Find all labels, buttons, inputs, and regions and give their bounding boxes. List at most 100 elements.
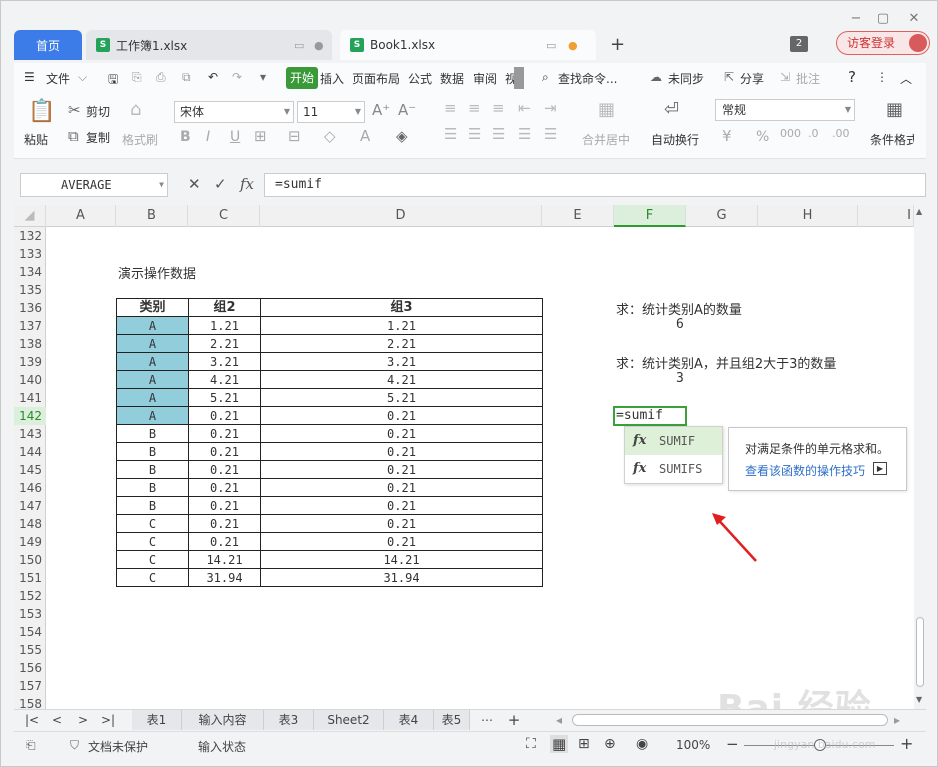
table-cell[interactable]: 0.21: [260, 478, 543, 497]
table-cell[interactable]: C: [116, 532, 189, 551]
table-cell[interactable]: B: [116, 496, 189, 515]
align-bottom-icon[interactable]: ≡: [492, 99, 505, 117]
hamburger-icon[interactable]: ☰: [24, 70, 35, 84]
table-cell[interactable]: 0.21: [260, 424, 543, 443]
row-header-active[interactable]: 142: [14, 407, 46, 425]
table-cell[interactable]: 0.21: [260, 496, 543, 515]
share-button[interactable]: 分享: [740, 70, 764, 87]
sheet-tab[interactable]: Sheet2: [314, 710, 384, 730]
conditional-format-button[interactable]: 条件格式: [870, 131, 914, 148]
customize-icon[interactable]: ▾: [260, 70, 266, 84]
menu-formula[interactable]: 公式: [408, 70, 432, 87]
menu-page-layout[interactable]: 页面布局: [352, 70, 400, 87]
row-header[interactable]: 158: [14, 695, 46, 709]
decrease-font-icon[interactable]: A⁻: [398, 101, 416, 119]
add-sheet-button[interactable]: +: [506, 710, 522, 730]
autocomplete-item[interactable]: fx SUMIF: [625, 427, 722, 455]
table-cell[interactable]: 0.21: [260, 442, 543, 461]
print-icon[interactable]: ⎙: [156, 70, 166, 85]
increase-font-icon[interactable]: A⁺: [372, 101, 390, 119]
row-header[interactable]: 139: [14, 353, 46, 371]
table-cell[interactable]: 0.21: [188, 460, 261, 479]
bold-button[interactable]: B: [180, 129, 191, 145]
formula-input[interactable]: =sumif: [264, 173, 926, 197]
scroll-down-icon[interactable]: ▼: [916, 695, 922, 704]
column-header[interactable]: E: [542, 205, 614, 227]
table-cell[interactable]: 0.21: [188, 406, 261, 425]
select-all-corner[interactable]: ◢: [14, 205, 46, 227]
last-sheet-icon[interactable]: >|: [100, 710, 116, 730]
thousands-icon[interactable]: 000: [780, 127, 801, 140]
distributed-icon[interactable]: ☰: [544, 125, 557, 143]
menu-data[interactable]: 数据: [440, 70, 464, 87]
prev-sheet-icon[interactable]: <: [50, 710, 64, 730]
fullscreen-icon[interactable]: ⛶: [526, 736, 536, 752]
table-cell[interactable]: 0.21: [188, 496, 261, 515]
table-cell[interactable]: 4.21: [188, 370, 261, 389]
table-cell[interactable]: 0.21: [188, 532, 261, 551]
table-cell[interactable]: 0.21: [260, 532, 543, 551]
cancel-icon[interactable]: ✕: [188, 175, 201, 193]
row-header[interactable]: 156: [14, 659, 46, 677]
fill-color-icon[interactable]: ◇: [324, 127, 336, 145]
macro-icon[interactable]: ⎗: [26, 738, 36, 753]
row-header[interactable]: 154: [14, 623, 46, 641]
format-painter-button[interactable]: 格式刷: [122, 131, 158, 148]
font-color-icon[interactable]: A: [360, 127, 370, 145]
table-cell[interactable]: 3.21: [188, 352, 261, 371]
function-tips-link[interactable]: 查看该函数的操作技巧: [745, 462, 865, 479]
align-center-icon[interactable]: ☰: [468, 125, 481, 143]
redo-icon[interactable]: ↷: [232, 70, 242, 84]
table-cell[interactable]: B: [116, 478, 189, 497]
row-header[interactable]: 144: [14, 443, 46, 461]
sheet-tab[interactable]: 表1: [132, 710, 182, 730]
table-cell[interactable]: A: [116, 406, 189, 425]
merge-center-button[interactable]: 合并居中: [582, 131, 630, 148]
video-icon[interactable]: ▶: [873, 462, 887, 475]
row-header[interactable]: 136: [14, 299, 46, 317]
preview-icon[interactable]: ⧉: [182, 70, 191, 85]
menu-review[interactable]: 审阅: [473, 70, 497, 87]
vertical-scroll-thumb[interactable]: [916, 617, 924, 687]
tab-home[interactable]: 首页: [14, 30, 82, 60]
table-cell[interactable]: A: [116, 316, 189, 335]
table-cell[interactable]: 0.21: [188, 514, 261, 533]
autocomplete-item[interactable]: fx SUMIFS: [625, 455, 722, 483]
menu-file[interactable]: 文件: [46, 70, 70, 87]
table-cell[interactable]: A: [116, 352, 189, 371]
table-cell[interactable]: B: [116, 460, 189, 479]
row-header[interactable]: 134: [14, 263, 46, 281]
table-cell[interactable]: A: [116, 334, 189, 353]
maximize-button[interactable]: ▢: [874, 11, 892, 27]
column-header[interactable]: D: [260, 205, 542, 227]
row-header[interactable]: 145: [14, 461, 46, 479]
table-cell[interactable]: 0.21: [260, 406, 543, 425]
indent-increase-icon[interactable]: ⇥: [544, 99, 557, 117]
justify-icon[interactable]: ☰: [518, 125, 531, 143]
zoom-level[interactable]: 100%: [676, 738, 710, 752]
table-cell[interactable]: 2.21: [188, 334, 261, 353]
scroll-left-icon[interactable]: ◂: [554, 710, 564, 730]
table-cell[interactable]: A: [116, 388, 189, 407]
table-cell[interactable]: 2.21: [260, 334, 543, 353]
horizontal-scroll-thumb[interactable]: [572, 714, 888, 726]
row-header[interactable]: 147: [14, 497, 46, 515]
underline-button[interactable]: U: [230, 129, 240, 145]
table-cell[interactable]: C: [116, 550, 189, 569]
sheet-tab[interactable]: 输入内容: [182, 710, 264, 730]
row-header[interactable]: 135: [14, 281, 46, 299]
name-box[interactable]: AVERAGE ▼: [20, 173, 168, 197]
table-header[interactable]: 组2: [188, 298, 261, 317]
window-count-badge[interactable]: 2: [790, 36, 808, 52]
page-break-icon[interactable]: ⊕: [604, 736, 616, 752]
table-cell[interactable]: 0.21: [260, 514, 543, 533]
row-header[interactable]: 146: [14, 479, 46, 497]
vertical-scrollbar[interactable]: ▲ ▼: [914, 205, 926, 709]
tab-document-2[interactable]: S Book1.xlsx ▭ ●: [340, 30, 596, 60]
row-header[interactable]: 152: [14, 587, 46, 605]
row-header[interactable]: 143: [14, 425, 46, 443]
wrap-text-button[interactable]: 自动换行: [651, 131, 699, 148]
decrease-decimal-icon[interactable]: .00: [832, 127, 850, 140]
scroll-up-icon[interactable]: ▲: [916, 207, 922, 216]
column-header[interactable]: I: [858, 205, 914, 227]
